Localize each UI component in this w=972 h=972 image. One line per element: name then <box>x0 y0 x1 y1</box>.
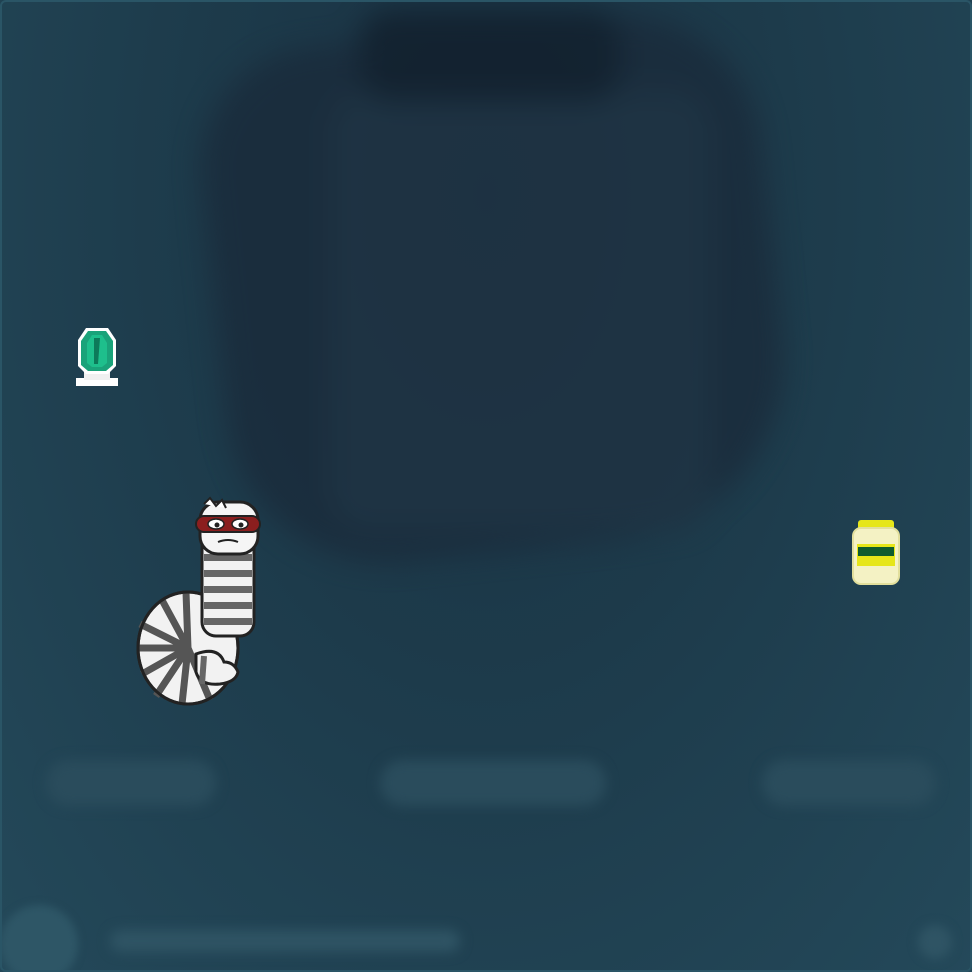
blurred-background <box>0 0 972 972</box>
mayonnaise-jar-icon[interactable] <box>850 516 902 586</box>
blurred-button-right <box>762 760 936 806</box>
blurred-bar <box>110 930 460 952</box>
blurred-close-icon <box>918 925 952 959</box>
worm-head <box>195 496 261 556</box>
jar-label <box>858 547 894 556</box>
player-worm-icon[interactable] <box>126 496 266 716</box>
blurred-shape-inner <box>330 90 710 530</box>
game-scene <box>0 0 972 972</box>
blurred-shape-top <box>360 10 620 100</box>
blurred-button-center <box>380 760 606 806</box>
emerald-trophy-icon[interactable] <box>72 326 122 388</box>
blurred-button-left <box>46 760 216 806</box>
worm-mask <box>195 515 261 533</box>
